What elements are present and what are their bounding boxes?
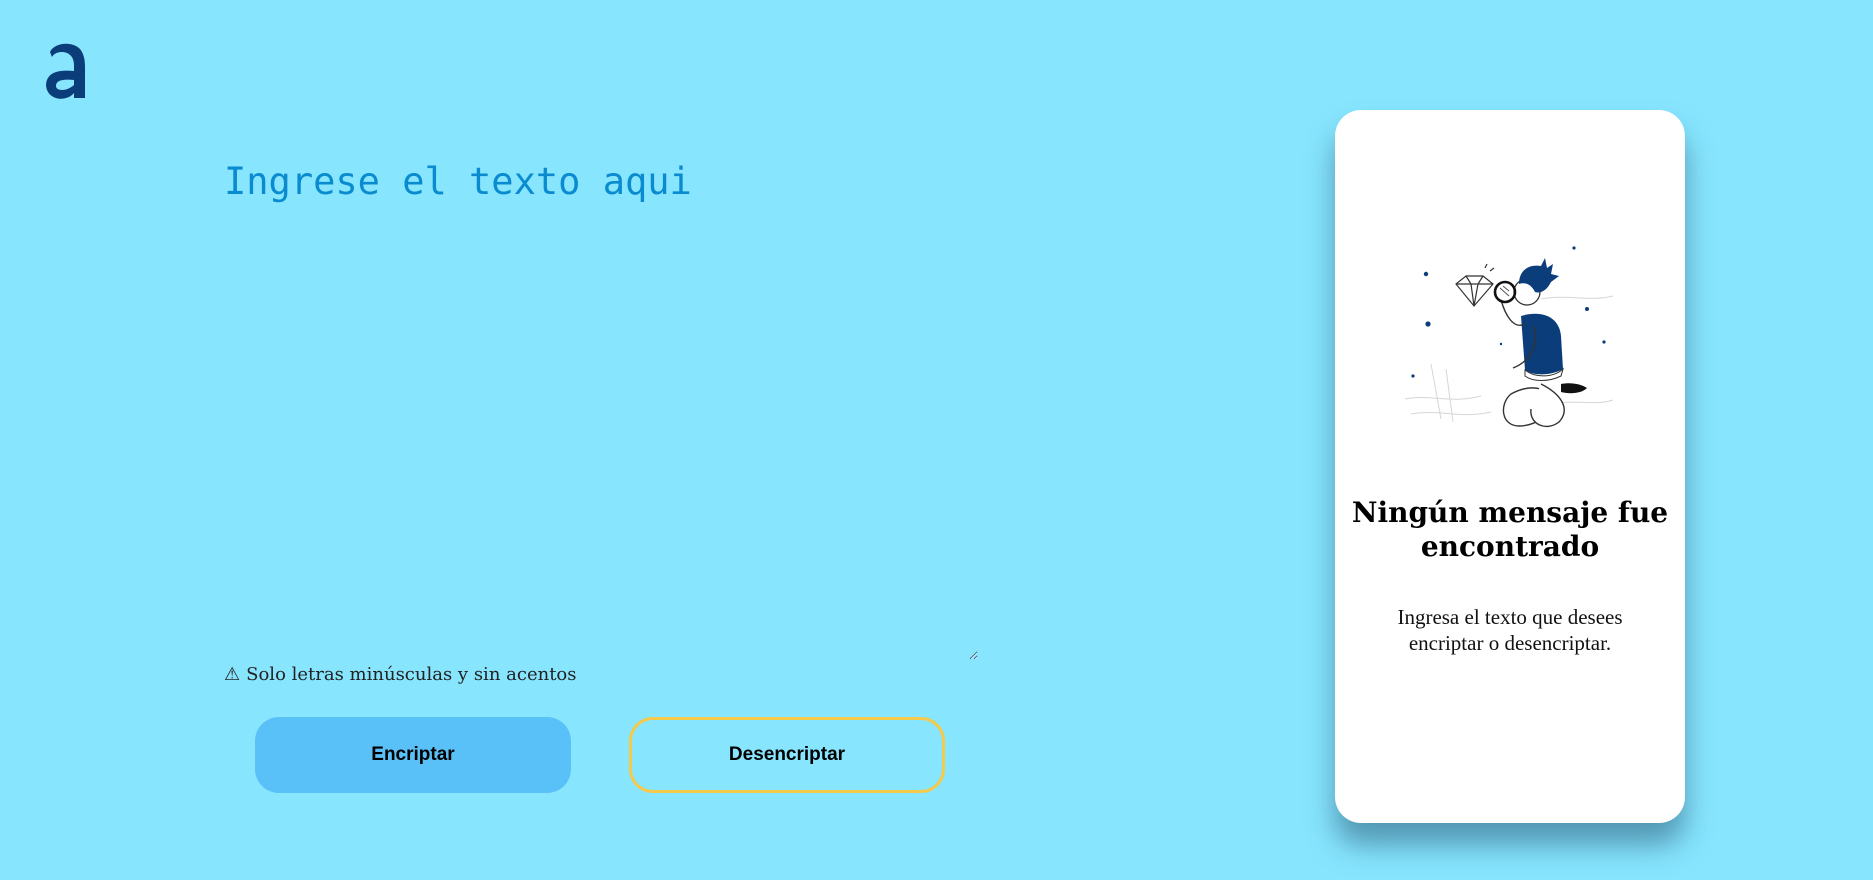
logo-icon: [46, 43, 85, 99]
warning-icon: ⚠: [224, 663, 241, 685]
input-area: [224, 150, 978, 660]
encrypt-button[interactable]: Encriptar: [255, 717, 571, 793]
empty-state-title: Ningún mensaje fue encontrado: [1351, 496, 1669, 563]
empty-state-description: Ingresa el texto que desees encriptar o …: [1397, 605, 1623, 655]
decrypt-button[interactable]: Desencriptar: [629, 717, 945, 793]
output-panel: Ningún mensaje fue encontrado Ingresa el…: [1335, 110, 1685, 823]
person-magnifying-glass-illustration: [1404, 246, 1614, 427]
warning-text: Solo letras minúsculas y sin acentos: [246, 664, 577, 685]
input-warning: ⚠ Solo letras minúsculas y sin acentos: [224, 664, 577, 685]
text-input[interactable]: [224, 150, 978, 660]
